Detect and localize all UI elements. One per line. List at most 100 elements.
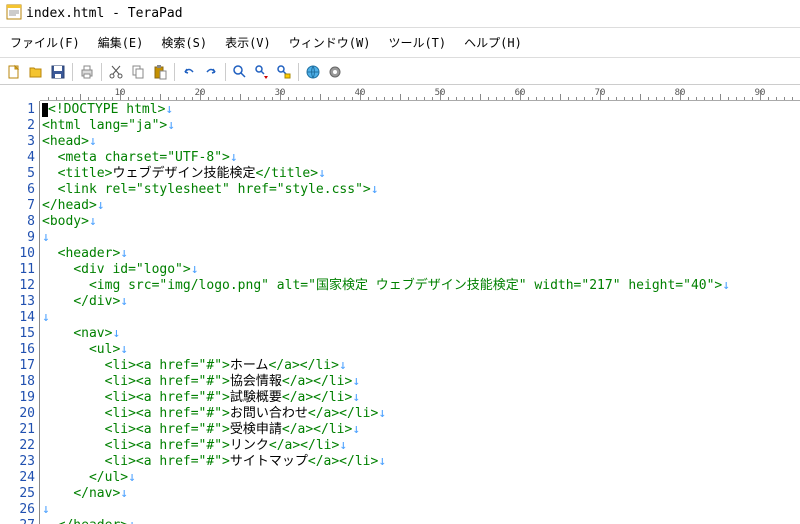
- menu-file[interactable]: ファイル(F): [2, 32, 88, 53]
- eol-mark: ↓: [42, 310, 50, 325]
- code-line[interactable]: <ul>↓: [42, 342, 800, 358]
- code-line[interactable]: <link rel="stylesheet" href="style.css">…: [42, 182, 800, 198]
- code-line[interactable]: </div>↓: [42, 294, 800, 310]
- line-number: 3: [0, 134, 35, 150]
- menu-search[interactable]: 検索(S): [153, 32, 215, 53]
- editor-area: 1234567891011121314151617181920212223242…: [0, 101, 800, 524]
- line-number: 19: [0, 390, 35, 406]
- menu-edit[interactable]: 編集(E): [90, 32, 152, 53]
- line-number: 15: [0, 326, 35, 342]
- paste-button[interactable]: [150, 62, 170, 82]
- line-number: 24: [0, 470, 35, 486]
- eol-mark: ↓: [339, 358, 347, 373]
- toolbar-separator: [101, 63, 102, 81]
- ruler-mark: 70: [595, 88, 606, 98]
- ruler-mark: 50: [435, 88, 446, 98]
- toolbar-separator: [225, 63, 226, 81]
- code-line[interactable]: <header>↓: [42, 246, 800, 262]
- line-number: 17: [0, 358, 35, 374]
- code-line[interactable]: <body>↓: [42, 214, 800, 230]
- eol-mark: ↓: [352, 390, 360, 405]
- eol-mark: ↓: [191, 262, 199, 277]
- code-line[interactable]: <li><a href="#">サイトマップ</a></li>↓: [42, 454, 800, 470]
- eol-mark: ↓: [42, 502, 50, 517]
- line-number: 4: [0, 150, 35, 166]
- code-line[interactable]: <title>ウェブデザイン技能検定</title>↓: [42, 166, 800, 182]
- eol-mark: ↓: [89, 214, 97, 229]
- code-line[interactable]: <html lang="ja">↓: [42, 118, 800, 134]
- code-line[interactable]: <li><a href="#">お問い合わせ</a></li>↓: [42, 406, 800, 422]
- save-button[interactable]: [48, 62, 68, 82]
- code-line[interactable]: <li><a href="#">受検申請</a></li>↓: [42, 422, 800, 438]
- settings-button[interactable]: [325, 62, 345, 82]
- ruler-mark: 10: [115, 88, 126, 98]
- menu-help[interactable]: ヘルプ(H): [456, 32, 530, 53]
- line-number: 14: [0, 310, 35, 326]
- line-number: 1: [0, 102, 35, 118]
- new-file-button[interactable]: [4, 62, 24, 82]
- eol-mark: ↓: [371, 182, 379, 197]
- eol-mark: ↓: [378, 406, 386, 421]
- line-number: 23: [0, 454, 35, 470]
- open-file-button[interactable]: [26, 62, 46, 82]
- code-line[interactable]: <head>↓: [42, 134, 800, 150]
- code-line[interactable]: <!DOCTYPE html>↓: [42, 102, 800, 118]
- line-number: 7: [0, 198, 35, 214]
- line-number: 13: [0, 294, 35, 310]
- line-number: 26: [0, 502, 35, 518]
- code-line[interactable]: <li><a href="#">リンク</a></li>↓: [42, 438, 800, 454]
- code-line[interactable]: </nav>↓: [42, 486, 800, 502]
- ruler-mark: 90: [755, 88, 766, 98]
- eol-mark: ↓: [120, 246, 128, 261]
- eol-mark: ↓: [42, 230, 50, 245]
- print-button[interactable]: [77, 62, 97, 82]
- code-line[interactable]: <nav>↓: [42, 326, 800, 342]
- menu-window[interactable]: ウィンドウ(W): [281, 32, 379, 53]
- code-editor[interactable]: <!DOCTYPE html>↓<html lang="ja">↓<head>↓…: [40, 101, 800, 524]
- eol-mark: ↓: [722, 278, 730, 293]
- eol-mark: ↓: [97, 198, 105, 213]
- code-line[interactable]: </ul>↓: [42, 470, 800, 486]
- ruler-mark: 20: [195, 88, 206, 98]
- line-number: 16: [0, 342, 35, 358]
- eol-mark: ↓: [165, 102, 173, 117]
- code-line[interactable]: <img src="img/logo.png" alt="国家検定 ウェブデザイ…: [42, 278, 800, 294]
- menu-view[interactable]: 表示(V): [217, 32, 279, 53]
- app-icon: [6, 4, 22, 23]
- find-button[interactable]: [230, 62, 250, 82]
- undo-button[interactable]: [179, 62, 199, 82]
- code-line[interactable]: <meta charset="UTF-8">↓: [42, 150, 800, 166]
- ruler: 102030405060708090: [40, 85, 800, 101]
- eol-mark: ↓: [352, 422, 360, 437]
- redo-button[interactable]: [201, 62, 221, 82]
- line-number: 20: [0, 406, 35, 422]
- cut-button[interactable]: [106, 62, 126, 82]
- eol-mark: ↓: [339, 438, 347, 453]
- line-number: 25: [0, 486, 35, 502]
- code-line[interactable]: <li><a href="#">協会情報</a></li>↓: [42, 374, 800, 390]
- code-line[interactable]: ↓: [42, 310, 800, 326]
- ruler-mark: 80: [675, 88, 686, 98]
- replace-button[interactable]: [274, 62, 294, 82]
- code-line[interactable]: <div id="logo">↓: [42, 262, 800, 278]
- browser-button[interactable]: [303, 62, 323, 82]
- eol-mark: ↓: [89, 134, 97, 149]
- toolbar: [0, 58, 800, 85]
- code-line[interactable]: ↓: [42, 230, 800, 246]
- line-number: 9: [0, 230, 35, 246]
- code-line[interactable]: <li><a href="#">試験概要</a></li>↓: [42, 390, 800, 406]
- line-number: 27: [0, 518, 35, 524]
- menu-tool[interactable]: ツール(T): [380, 32, 454, 53]
- title-bar: index.html - TeraPad: [0, 0, 800, 28]
- code-line[interactable]: ↓: [42, 502, 800, 518]
- menu-bar: ファイル(F) 編集(E) 検索(S) 表示(V) ウィンドウ(W) ツール(T…: [0, 28, 800, 58]
- toolbar-separator: [298, 63, 299, 81]
- code-line[interactable]: </header>↓: [42, 518, 800, 524]
- ruler-mark: 40: [355, 88, 366, 98]
- find-next-button[interactable]: [252, 62, 272, 82]
- code-line[interactable]: </head>↓: [42, 198, 800, 214]
- code-line[interactable]: <li><a href="#">ホーム</a></li>↓: [42, 358, 800, 374]
- eol-mark: ↓: [318, 166, 326, 181]
- copy-button[interactable]: [128, 62, 148, 82]
- eol-mark: ↓: [120, 294, 128, 309]
